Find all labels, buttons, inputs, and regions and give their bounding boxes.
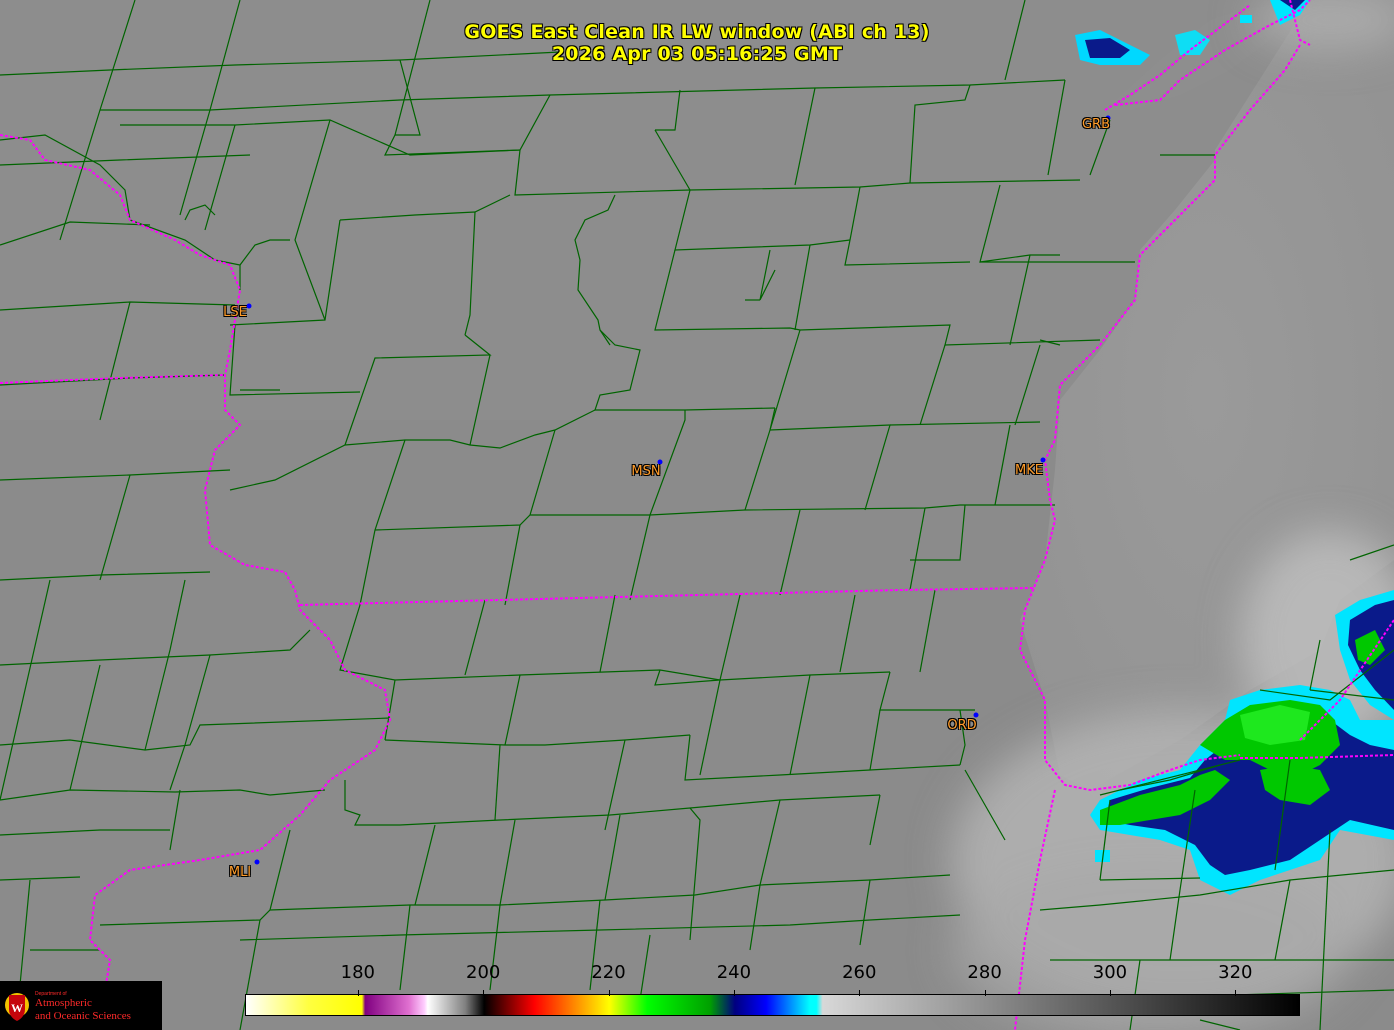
colorbar-tick-mark (1109, 990, 1111, 996)
svg-text:W: W (11, 1001, 23, 1015)
colorbar-tick-mark (1235, 990, 1237, 996)
colorbar-tick-mark (357, 990, 359, 996)
aos-logo: W Department of Atmospheric and Oceanic … (0, 981, 162, 1030)
image-timestamp: 2026 Apr 03 05:16:25 GMT (551, 43, 843, 65)
colorbar-tick-label: 280 (967, 962, 1002, 983)
logo-line1-text: Atmospheric (35, 997, 92, 1009)
satellite-map (0, 0, 1394, 1030)
station-label-msn: MSN (631, 464, 661, 479)
colorbar-tick-label: 200 (465, 962, 501, 983)
colorbar-tick-label: 300 (1092, 962, 1128, 983)
station-dot-mli (254, 859, 260, 865)
colorbar-tick-mark (859, 990, 861, 996)
colorbar-tick-mark (984, 990, 986, 996)
temperature-colorbar (245, 994, 1300, 1016)
colorbar-tick-label: 260 (842, 962, 877, 983)
uw-shield-icon: W (5, 993, 29, 1021)
colorbar-tick-mark (733, 990, 735, 996)
colorbar-tick-label: 220 (591, 962, 626, 983)
station-label-lse: LSE (223, 305, 247, 320)
colorbar-tick-mark (483, 990, 485, 996)
station-dot-mke (1040, 457, 1046, 463)
colorbar-tick-label: 240 (716, 962, 752, 983)
station-label-mli: MLI (228, 865, 252, 880)
station-dot-ord (973, 712, 979, 718)
station-label-mke: MKE (1015, 463, 1043, 478)
logo-line2-text: and Oceanic Sciences (35, 1010, 131, 1022)
station-label-ord: ORD (947, 718, 977, 733)
image-title: GOES East Clean IR LW window (ABI ch 13) (464, 21, 930, 43)
station-dot-lse (246, 303, 252, 309)
colorbar-tick-mark (608, 990, 610, 996)
colorbar-tick-label: 320 (1218, 962, 1253, 983)
station-label-grb: GRB (1081, 117, 1111, 132)
colorbar-tick-label: 180 (340, 962, 375, 983)
